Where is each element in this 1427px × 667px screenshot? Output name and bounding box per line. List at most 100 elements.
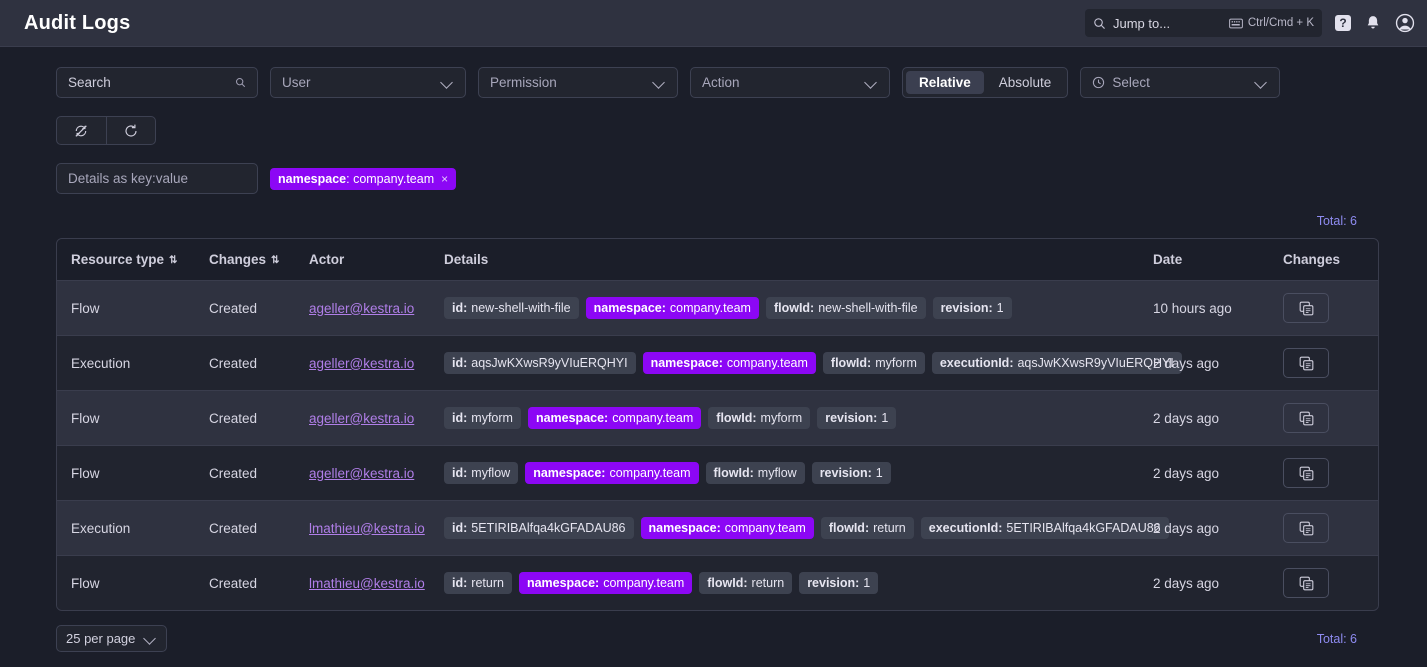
detail-tag-key: flowId: — [716, 411, 756, 425]
table-row[interactable]: FlowCreatedageller@kestra.ioid:myformnam… — [57, 391, 1378, 446]
detail-tag-value: return — [471, 576, 504, 590]
close-icon[interactable]: × — [441, 173, 448, 185]
jump-to-search[interactable]: Jump to... Ctrl/Cmd + K — [1085, 9, 1322, 37]
table-row[interactable]: ExecutionCreatedlmathieu@kestra.ioid:5ET… — [57, 501, 1378, 556]
view-changes-button[interactable] — [1283, 348, 1329, 378]
column-header-resource-type[interactable]: Resource type ⇅ — [57, 239, 199, 281]
header-actions: Jump to... Ctrl/Cmd + K ? — [1085, 9, 1415, 37]
detail-tag[interactable]: revision:1 — [817, 407, 896, 429]
cell-resource-type: Flow — [57, 556, 199, 611]
detail-tag[interactable]: namespace:company.team — [525, 462, 698, 484]
table-row[interactable]: ExecutionCreatedageller@kestra.ioid:aqsJ… — [57, 336, 1378, 391]
details-keyvalue-input[interactable]: Details as key:value — [56, 163, 258, 194]
total-count-bottom: Total: 6 — [1317, 632, 1379, 646]
view-changes-button[interactable] — [1283, 513, 1329, 543]
detail-tag[interactable]: id: return — [444, 572, 512, 594]
detail-tag-key: id: — [452, 576, 467, 590]
search-icon — [1093, 17, 1106, 30]
refresh-button[interactable] — [106, 117, 156, 144]
detail-tag-key: revision: — [807, 576, 859, 590]
actor-link[interactable]: lmathieu@kestra.io — [309, 521, 425, 536]
date-mode-toggle: Relative Absolute — [902, 67, 1068, 98]
auto-refresh-off-icon-button[interactable] — [57, 117, 106, 144]
tab-relative[interactable]: Relative — [906, 71, 984, 94]
active-filter-chip[interactable]: namespace: company.team × — [270, 168, 456, 190]
detail-tag-value: company.team — [727, 356, 808, 370]
detail-tag[interactable]: id:myflow — [444, 462, 518, 484]
detail-tag[interactable]: id:aqsJwKXwsR9yVIuERQHYI — [444, 352, 636, 374]
detail-tag[interactable]: namespace:company.team — [528, 407, 701, 429]
column-header-actor: Actor — [299, 239, 434, 281]
detail-tag[interactable]: flowId: myform — [823, 352, 925, 374]
detail-tag[interactable]: revision:1 — [799, 572, 878, 594]
detail-tag[interactable]: id:myform — [444, 407, 521, 429]
sort-icon[interactable]: ⇅ — [271, 256, 279, 266]
user-avatar-icon[interactable] — [1395, 13, 1415, 33]
column-label: Changes — [1283, 252, 1340, 267]
detail-tag-value: 1 — [997, 301, 1004, 315]
bell-icon[interactable] — [1364, 14, 1382, 32]
column-label: Actor — [309, 252, 344, 267]
detail-tag[interactable]: namespace:company.team — [586, 297, 759, 319]
detail-tag-key: flowId: — [831, 356, 871, 370]
cell-changes: Created — [199, 336, 299, 391]
detail-tag[interactable]: revision:1 — [812, 462, 891, 484]
detail-tag[interactable]: executionId:5ETIRIBAlfqa4kGFADAU86 — [921, 517, 1169, 539]
sort-icon[interactable]: ⇅ — [169, 256, 177, 266]
detail-tag-key: executionId: — [929, 521, 1003, 535]
active-filter-chip-text: namespace: company.team — [278, 172, 434, 186]
detail-tag[interactable]: flowId:myform — [708, 407, 810, 429]
copy-diff-icon — [1299, 301, 1314, 316]
tab-absolute[interactable]: Absolute — [986, 71, 1065, 94]
detail-tag[interactable]: flowId:return — [821, 517, 914, 539]
actor-link[interactable]: ageller@kestra.io — [309, 356, 414, 371]
detail-tag[interactable]: namespace:company.team — [519, 572, 692, 594]
detail-tag-key: flowId: — [829, 521, 869, 535]
help-icon[interactable]: ? — [1335, 15, 1351, 31]
action-filter-select[interactable]: Action — [690, 67, 890, 98]
detail-tag[interactable]: executionId:aqsJwKXwsR9yVIuERQHYI — [932, 352, 1182, 374]
per-page-select[interactable]: 25 per page — [56, 625, 167, 652]
detail-tag[interactable]: flowId:myflow — [706, 462, 805, 484]
table-header-row: Resource type⇅ Changes⇅ Actor Details Da… — [57, 239, 1378, 281]
user-filter-select[interactable]: User — [270, 67, 466, 98]
detail-tag-value: 5ETIRIBAlfqa4kGFADAU86 — [1006, 521, 1160, 535]
detail-tag[interactable]: id:new-shell-with-file — [444, 297, 579, 319]
search-input[interactable]: Search — [56, 67, 258, 98]
view-changes-button[interactable] — [1283, 403, 1329, 433]
page-title: Audit Logs — [24, 12, 130, 35]
view-changes-button[interactable] — [1283, 293, 1329, 323]
detail-tag[interactable]: namespace:company.team — [643, 352, 816, 374]
detail-tag[interactable]: revision:1 — [933, 297, 1012, 319]
actor-link[interactable]: lmathieu@kestra.io — [309, 576, 425, 591]
auto-refresh-off-icon — [73, 123, 89, 139]
actor-link[interactable]: ageller@kestra.io — [309, 466, 414, 481]
jump-to-shortcut-text: Ctrl/Cmd + K — [1248, 17, 1314, 29]
permission-filter-select[interactable]: Permission — [478, 67, 678, 98]
details-keyvalue-placeholder: Details as key:value — [68, 171, 246, 186]
filter-toolbar: Search User Permission Action Relative A… — [56, 67, 1379, 98]
detail-tag-key: namespace: — [533, 466, 605, 480]
detail-tag[interactable]: id:5ETIRIBAlfqa4kGFADAU86 — [444, 517, 634, 539]
column-label: Resource type — [71, 252, 164, 267]
detail-tag-value: myform — [875, 356, 917, 370]
detail-tag[interactable]: flowId:new-shell-with-file — [766, 297, 926, 319]
cell-details: id:5ETIRIBAlfqa4kGFADAU86 namespace:compa… — [434, 501, 1143, 556]
date-range-select[interactable]: Select — [1080, 67, 1280, 98]
actor-link[interactable]: ageller@kestra.io — [309, 411, 414, 426]
audit-logs-table: Resource type⇅ Changes⇅ Actor Details Da… — [56, 238, 1379, 611]
table-row[interactable]: FlowCreatedlmathieu@kestra.ioid:returnna… — [57, 556, 1378, 611]
actor-link[interactable]: ageller@kestra.io — [309, 301, 414, 316]
detail-tag[interactable]: namespace:company.team — [641, 517, 814, 539]
chevron-down-icon — [144, 632, 157, 645]
view-changes-button[interactable] — [1283, 568, 1329, 598]
view-changes-button[interactable] — [1283, 458, 1329, 488]
app-header: Audit Logs Jump to... Ctrl/Cmd + K ? — [0, 0, 1427, 47]
cell-date: 2 days ago — [1143, 556, 1273, 611]
table-row[interactable]: FlowCreatedageller@kestra.ioid:new-shell… — [57, 281, 1378, 336]
column-header-changes[interactable]: Changes⇅ — [199, 239, 299, 281]
detail-tag[interactable]: flowId:return — [699, 572, 792, 594]
detail-tag-key: id: — [452, 466, 467, 480]
column-header-changes-action: Changes — [1273, 239, 1378, 281]
table-row[interactable]: FlowCreatedageller@kestra.ioid:myflownam… — [57, 446, 1378, 501]
